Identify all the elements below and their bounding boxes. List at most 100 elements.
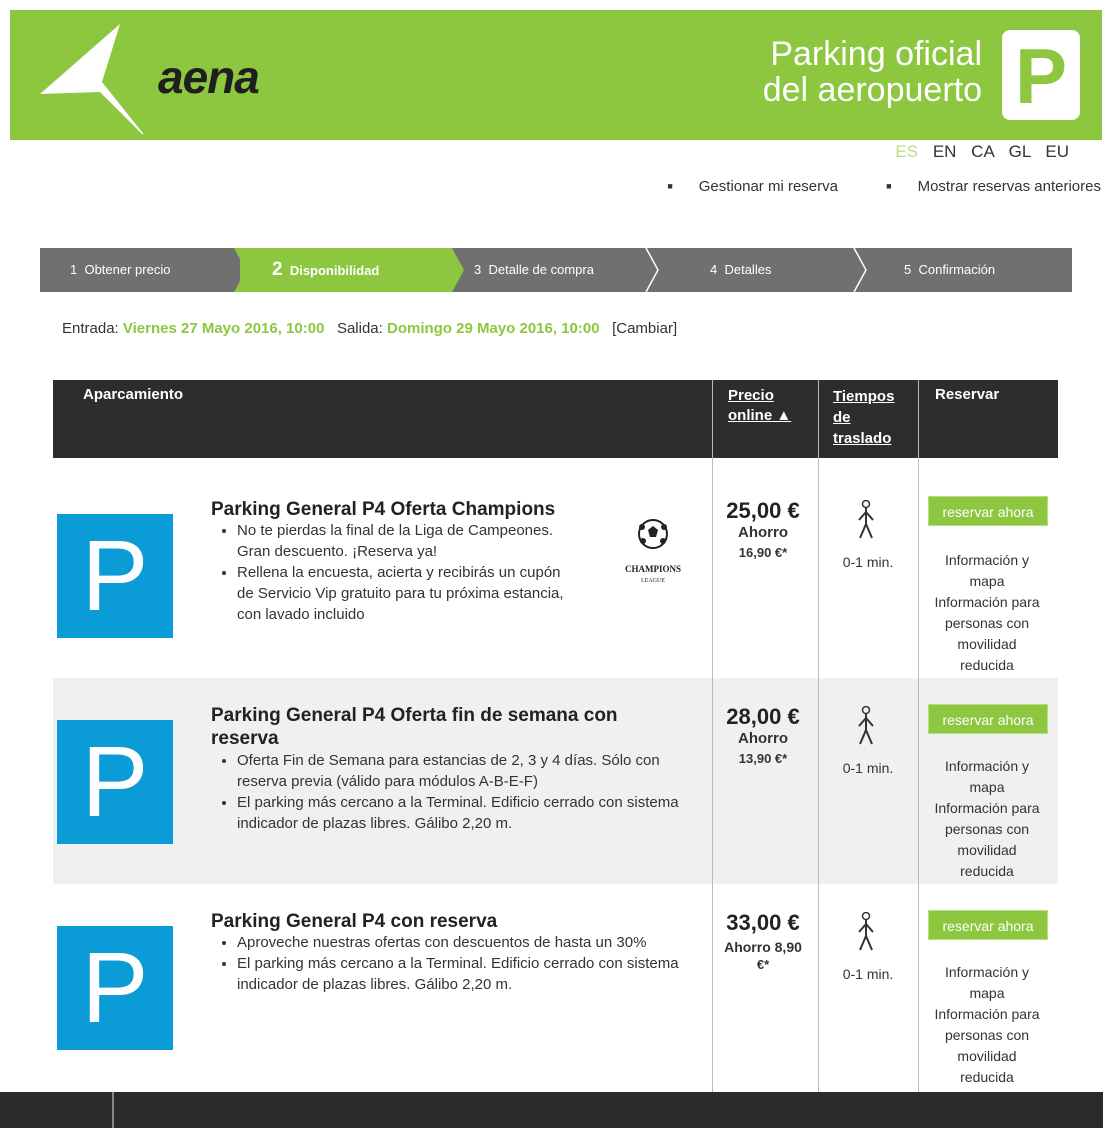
lang-es[interactable]: ES bbox=[895, 142, 918, 161]
previous-bookings-label[interactable]: Mostrar reservas anteriores bbox=[918, 178, 1101, 195]
parking-row-1: P Parking General P4 Oferta Champions No… bbox=[53, 458, 1058, 678]
accessibility-line4[interactable]: reducida bbox=[919, 861, 1055, 882]
parking-description: Aproveche nuestras ofertas con descuento… bbox=[223, 932, 693, 995]
language-selector: ES EN CA GL EU bbox=[885, 142, 1069, 162]
accessibility-info-link[interactable]: Información para personas con movilidad red… bbox=[919, 1004, 1055, 1088]
accessibility-line3[interactable]: movilidad bbox=[919, 840, 1055, 861]
bullet-icon: ■ bbox=[667, 181, 673, 191]
col-time-line2[interactable]: de bbox=[833, 407, 894, 428]
info-links: Información y mapa Información para person… bbox=[919, 962, 1055, 1088]
lang-eu[interactable]: EU bbox=[1045, 142, 1069, 161]
results-table-header: Aparcamiento Precio online ▲ Tiempos de … bbox=[53, 380, 1058, 458]
progress-steps: 1 Obtener precio 2 Disponibilidad 3 Deta… bbox=[40, 248, 1072, 292]
col-price-sort[interactable]: Precio online ▲ bbox=[728, 386, 791, 426]
footer-bar bbox=[0, 1092, 1103, 1128]
info-links: Información y mapa Información para person… bbox=[919, 550, 1055, 676]
col-price-line1[interactable]: Precio bbox=[728, 386, 791, 406]
accessibility-info-link[interactable]: Información para personas con movilidad red… bbox=[919, 592, 1055, 676]
parking-p-icon: P bbox=[57, 926, 173, 1050]
description-item: No te pierdas la final de la Liga de Cam… bbox=[237, 520, 573, 562]
info-links: Información y mapa Información para person… bbox=[919, 756, 1055, 882]
accessibility-line2[interactable]: personas con bbox=[919, 819, 1055, 840]
entry-label: Entrada: bbox=[62, 320, 119, 337]
league-text: LEAGUE bbox=[641, 578, 665, 584]
step-3[interactable]: 3 Detalle de compra bbox=[474, 248, 594, 292]
header-title-line1: Parking oficial bbox=[770, 35, 982, 73]
accessibility-line1[interactable]: Información para bbox=[919, 1004, 1055, 1025]
info-map-line2[interactable]: mapa bbox=[919, 983, 1055, 1004]
col-reserve: Reservar bbox=[935, 386, 1000, 403]
lang-gl[interactable]: GL bbox=[1009, 142, 1031, 161]
saving-line1: Ahorro bbox=[738, 730, 788, 747]
info-map-line2[interactable]: mapa bbox=[919, 571, 1055, 592]
col-price-line2[interactable]: online ▲ bbox=[728, 406, 791, 426]
step-2-num: 2 bbox=[272, 259, 283, 280]
parking-title: Parking General P4 con reserva bbox=[211, 911, 498, 932]
accessibility-line3[interactable]: movilidad bbox=[919, 1046, 1055, 1067]
info-map-line1[interactable]: Información y bbox=[919, 550, 1055, 571]
previous-bookings-link[interactable]: ■ Mostrar reservas anteriores bbox=[864, 178, 1101, 195]
step-3-label: Detalle de compra bbox=[488, 262, 594, 277]
accessibility-line1[interactable]: Información para bbox=[919, 798, 1055, 819]
info-map-link[interactable]: Información y mapa bbox=[919, 550, 1055, 592]
champions-league-logo-icon: CHAMPIONS LEAGUE bbox=[613, 510, 693, 590]
accessibility-line4[interactable]: reducida bbox=[919, 1067, 1055, 1088]
accessibility-line3[interactable]: movilidad bbox=[919, 634, 1055, 655]
aena-plane-logo-icon[interactable] bbox=[40, 24, 160, 134]
change-dates-link[interactable]: [Cambiar] bbox=[612, 320, 677, 337]
parking-p-icon: P bbox=[57, 720, 173, 844]
info-map-link[interactable]: Información y mapa bbox=[919, 756, 1055, 798]
saving-line2: 13,90 €* bbox=[738, 751, 788, 766]
step-1-label: Obtener precio bbox=[84, 262, 171, 277]
step-4[interactable]: 4 Detalles bbox=[710, 248, 771, 292]
manage-booking-label[interactable]: Gestionar mi reserva bbox=[699, 178, 838, 195]
col-transfer-time-sort[interactable]: Tiempos de traslado bbox=[833, 386, 894, 449]
step-1[interactable]: 1 Obtener precio bbox=[70, 248, 170, 292]
lang-en[interactable]: EN bbox=[933, 142, 957, 161]
accessibility-line4[interactable]: reducida bbox=[919, 655, 1055, 676]
transfer-time: 0-1 min. bbox=[842, 760, 894, 776]
col-time-line1[interactable]: Tiempos bbox=[833, 386, 894, 407]
info-map-link[interactable]: Información y mapa bbox=[919, 962, 1055, 1004]
description-item: Oferta Fin de Semana para estancias de 2… bbox=[237, 750, 703, 792]
reserve-now-button[interactable]: reservar ahora bbox=[928, 496, 1048, 526]
site-header: aena Parking oficial del aeropuerto P bbox=[10, 10, 1102, 140]
parking-title: Parking General P4 Oferta fin de semana … bbox=[211, 705, 618, 749]
parking-row-3: P Parking General P4 con reserva Aprovec… bbox=[53, 884, 1058, 1092]
accessibility-line1[interactable]: Información para bbox=[919, 592, 1055, 613]
champions-ball-icon: CHAMPIONS LEAGUE bbox=[625, 519, 681, 584]
manage-booking-link[interactable]: ■ Gestionar mi reserva bbox=[645, 178, 838, 195]
saving-line1: Ahorro 8,90 bbox=[724, 939, 802, 955]
saving-line2: €* bbox=[756, 957, 770, 972]
column-divider bbox=[918, 380, 919, 1100]
description-item: El parking más cercano a la Terminal. Ed… bbox=[237, 792, 703, 834]
price-value: 28,00 € bbox=[726, 704, 800, 729]
accessibility-info-link[interactable]: Información para personas con movilidad red… bbox=[919, 798, 1055, 882]
aena-logo-text[interactable]: aena bbox=[158, 50, 260, 104]
parking-badge-icon: P bbox=[1002, 30, 1080, 120]
reserve-now-button[interactable]: reservar ahora bbox=[928, 704, 1048, 734]
parking-row-2: P Parking General P4 Oferta fin de seman… bbox=[53, 678, 1058, 884]
lang-ca[interactable]: CA bbox=[971, 142, 994, 161]
step-1-num: 1 bbox=[70, 262, 78, 277]
accessibility-line2[interactable]: personas con bbox=[919, 1025, 1055, 1046]
step-4-label: Detalles bbox=[724, 262, 772, 277]
step-4-num: 4 bbox=[710, 262, 718, 277]
saving-line1: Ahorro bbox=[738, 524, 788, 541]
step-5-label: Confirmación bbox=[918, 262, 996, 277]
exit-value: Domingo 29 Mayo 2016, 10:00 bbox=[386, 320, 600, 337]
info-map-line1[interactable]: Información y bbox=[919, 962, 1055, 983]
walking-person-icon bbox=[858, 706, 874, 745]
step-5-num: 5 bbox=[904, 262, 912, 277]
col-time-line3[interactable]: traslado bbox=[833, 428, 894, 449]
dates-summary: Entrada: Viernes 27 Mayo 2016, 10:00 Sal… bbox=[62, 320, 677, 337]
parking-title: Parking General P4 Oferta Champions bbox=[211, 499, 556, 520]
price-value: 25,00 € bbox=[726, 498, 800, 523]
accessibility-line2[interactable]: personas con bbox=[919, 613, 1055, 634]
info-map-line1[interactable]: Información y bbox=[919, 756, 1055, 777]
step-5[interactable]: 5 Confirmación bbox=[904, 248, 995, 292]
step-2[interactable]: 2 Disponibilidad bbox=[272, 248, 379, 292]
reserve-now-button[interactable]: reservar ahora bbox=[928, 910, 1048, 940]
info-map-line2[interactable]: mapa bbox=[919, 777, 1055, 798]
step-2-label: Disponibilidad bbox=[289, 263, 380, 278]
